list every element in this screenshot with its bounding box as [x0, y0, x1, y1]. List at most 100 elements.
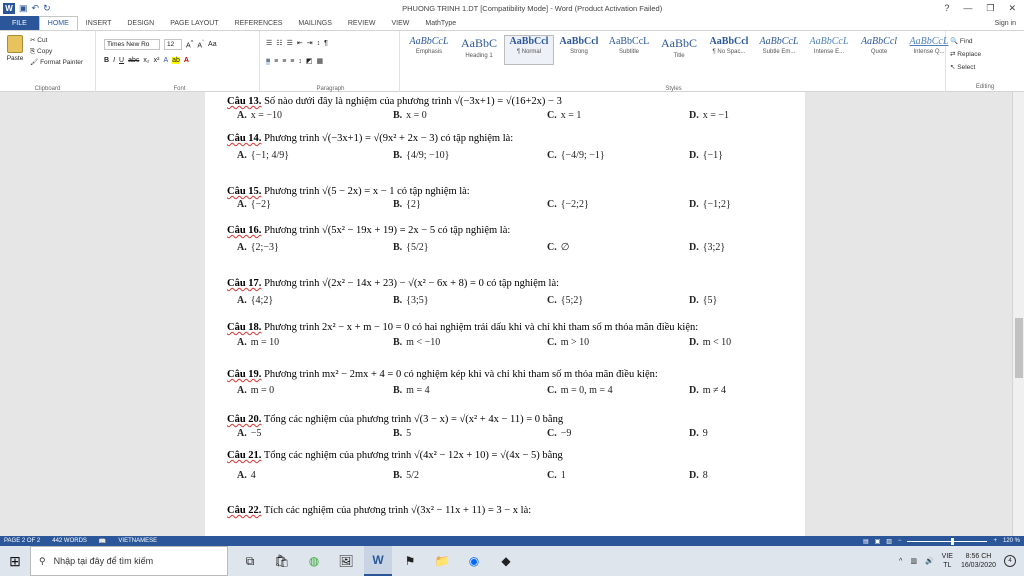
- tab-page-layout[interactable]: PAGE LAYOUT: [162, 16, 226, 30]
- increase-indent-icon[interactable]: ⇥: [307, 39, 313, 47]
- tab-design[interactable]: DESIGN: [119, 16, 162, 30]
- input-language[interactable]: VIE TL: [942, 552, 953, 570]
- align-center-icon[interactable]: ≡: [274, 58, 278, 65]
- show-marks-icon[interactable]: ¶: [324, 40, 328, 47]
- borders-icon[interactable]: ▦: [317, 57, 324, 65]
- line-spacing-icon[interactable]: ↕: [298, 58, 302, 65]
- task-view-icon[interactable]: ⧉: [236, 546, 264, 576]
- tab-references[interactable]: REFERENCES: [227, 16, 291, 30]
- question-number: Câu 19.: [227, 369, 262, 380]
- windows-start-icon[interactable]: ⊞: [0, 546, 30, 576]
- minimize-button[interactable]: —: [963, 3, 972, 14]
- grow-font-icon[interactable]: A^: [186, 40, 193, 49]
- word-app-icon[interactable]: W: [364, 546, 392, 576]
- taskbar-search[interactable]: ⚲ Nhập tại đây để tìm kiếm: [30, 546, 228, 576]
- find-button[interactable]: 🔍 Find: [950, 35, 981, 48]
- flag-app-icon[interactable]: ⚑: [396, 546, 424, 576]
- align-right-icon[interactable]: ≡: [282, 58, 286, 65]
- web-layout-icon[interactable]: ▥: [886, 538, 892, 545]
- volume-icon[interactable]: 🔊: [925, 557, 934, 565]
- word-count[interactable]: 442 WORDS: [52, 538, 87, 544]
- select-button[interactable]: ↖ Select: [950, 61, 981, 74]
- sign-in-link[interactable]: Sign in: [995, 20, 1024, 27]
- restore-button[interactable]: ❐: [986, 3, 994, 14]
- zoom-slider[interactable]: [907, 537, 988, 545]
- copy-button[interactable]: ⎘ Copy: [30, 46, 83, 57]
- notification-badge[interactable]: 4: [1004, 555, 1016, 567]
- shrink-font-icon[interactable]: Aˇ: [197, 40, 204, 49]
- style-heading-1[interactable]: AaBbC Heading 1: [454, 35, 504, 65]
- option-value: m = 0: [250, 385, 275, 396]
- format-painter-button[interactable]: 🖌 Format Painter: [30, 57, 83, 68]
- style-normal[interactable]: AaBbCcl ¶ Normal: [504, 35, 554, 65]
- style-quote[interactable]: AaBbCcl Quote: [854, 35, 904, 65]
- decrease-indent-icon[interactable]: ⇤: [297, 39, 303, 47]
- replace-button[interactable]: ⇄ Replace: [950, 48, 981, 61]
- clock[interactable]: 8:56 CH 16/03/2020: [961, 552, 996, 570]
- photos-icon[interactable]: 🖼: [332, 546, 360, 576]
- underline-button[interactable]: U: [119, 57, 124, 64]
- superscript-button[interactable]: x²: [154, 57, 160, 64]
- app-shortcut-icon[interactable]: ◆: [492, 546, 520, 576]
- text-effects-icon[interactable]: A: [163, 57, 168, 64]
- style-preview: AaBbCcL: [759, 36, 799, 47]
- tab-review[interactable]: REVIEW: [340, 16, 384, 30]
- vertical-scrollbar[interactable]: [1012, 92, 1024, 536]
- tab-file[interactable]: FILE: [0, 16, 39, 30]
- style-subtitle[interactable]: AaBbCcL Subtitle: [604, 35, 654, 65]
- italic-button[interactable]: I: [113, 57, 115, 64]
- file-explorer-icon[interactable]: 📁: [428, 546, 456, 576]
- close-button[interactable]: ✕: [1008, 3, 1016, 14]
- tray-chevron-icon[interactable]: ^: [899, 558, 902, 565]
- format-painter-label: Format Painter: [40, 59, 84, 66]
- redo-icon[interactable]: ↻: [43, 3, 51, 14]
- zoom-out-button[interactable]: −: [898, 538, 902, 544]
- tab-insert[interactable]: INSERT: [78, 16, 120, 30]
- network-icon[interactable]: ▥: [910, 557, 917, 565]
- style-emphasis[interactable]: AaBbCcL Emphasis: [404, 35, 454, 65]
- style-intense-quote[interactable]: AaBbCcL Intense Q...: [904, 35, 954, 65]
- browser-icon[interactable]: ◍: [300, 546, 328, 576]
- justify-icon[interactable]: ≡: [290, 58, 294, 65]
- sort-icon[interactable]: ↕: [317, 40, 321, 47]
- tab-mailings[interactable]: MAILINGS: [290, 16, 339, 30]
- read-mode-icon[interactable]: ▤: [863, 538, 869, 545]
- store-icon[interactable]: 🛍: [268, 546, 296, 576]
- help-button[interactable]: ?: [944, 3, 949, 14]
- subscript-button[interactable]: x₂: [143, 57, 149, 64]
- document-page[interactable]: Câu 13. Số nào dưới đây là nghiệm của ph…: [205, 92, 805, 536]
- font-color-icon[interactable]: A: [184, 57, 189, 64]
- save-icon[interactable]: ▣: [19, 3, 28, 14]
- zoom-level[interactable]: 120 %: [1003, 538, 1020, 544]
- style-title[interactable]: AaBbC Title: [654, 35, 704, 65]
- tab-home[interactable]: HOME: [38, 16, 78, 30]
- align-left-icon[interactable]: ≡: [266, 57, 271, 65]
- change-case-icon[interactable]: Aa: [208, 41, 217, 48]
- shading-icon[interactable]: ◩: [306, 57, 313, 65]
- strikethrough-button[interactable]: abc: [128, 57, 139, 64]
- system-tray: ^ ▥ 🔊 VIE TL 8:56 CH 16/03/2020 4: [899, 552, 1024, 570]
- scrollbar-thumb[interactable]: [1015, 318, 1023, 378]
- proofing-icon[interactable]: 📖: [99, 538, 106, 545]
- tab-mathtype[interactable]: MathType: [417, 16, 464, 30]
- print-layout-icon[interactable]: ▣: [875, 538, 881, 545]
- style-no-spacing[interactable]: AaBbCcl ¶ No Spac...: [704, 35, 754, 65]
- highlight-icon[interactable]: ab: [172, 57, 180, 64]
- multilevel-list-icon[interactable]: ☰: [287, 39, 293, 47]
- style-subtle-emphasis[interactable]: AaBbCcL Subtle Em...: [754, 35, 804, 65]
- zoom-in-button[interactable]: +: [993, 538, 997, 544]
- bullets-icon[interactable]: ☰: [266, 39, 272, 47]
- zalo-icon[interactable]: ◉: [460, 546, 488, 576]
- style-strong[interactable]: AaBbCcl Strong: [554, 35, 604, 65]
- numbering-icon[interactable]: ☷: [276, 39, 282, 47]
- undo-icon[interactable]: ↶: [32, 3, 40, 14]
- language-indicator[interactable]: VIETNAMESE: [118, 538, 157, 544]
- bold-button[interactable]: B: [104, 57, 109, 64]
- paste-button[interactable]: Paste: [4, 35, 26, 62]
- tab-view[interactable]: VIEW: [383, 16, 417, 30]
- style-intense-emphasis[interactable]: AaBbCcL Intense E...: [804, 35, 854, 65]
- cut-button[interactable]: ✂ Cut: [30, 35, 83, 46]
- font-size-select[interactable]: 12: [164, 39, 182, 50]
- font-name-select[interactable]: Times New Ro: [104, 39, 160, 50]
- page-count[interactable]: PAGE 2 OF 2: [4, 538, 40, 544]
